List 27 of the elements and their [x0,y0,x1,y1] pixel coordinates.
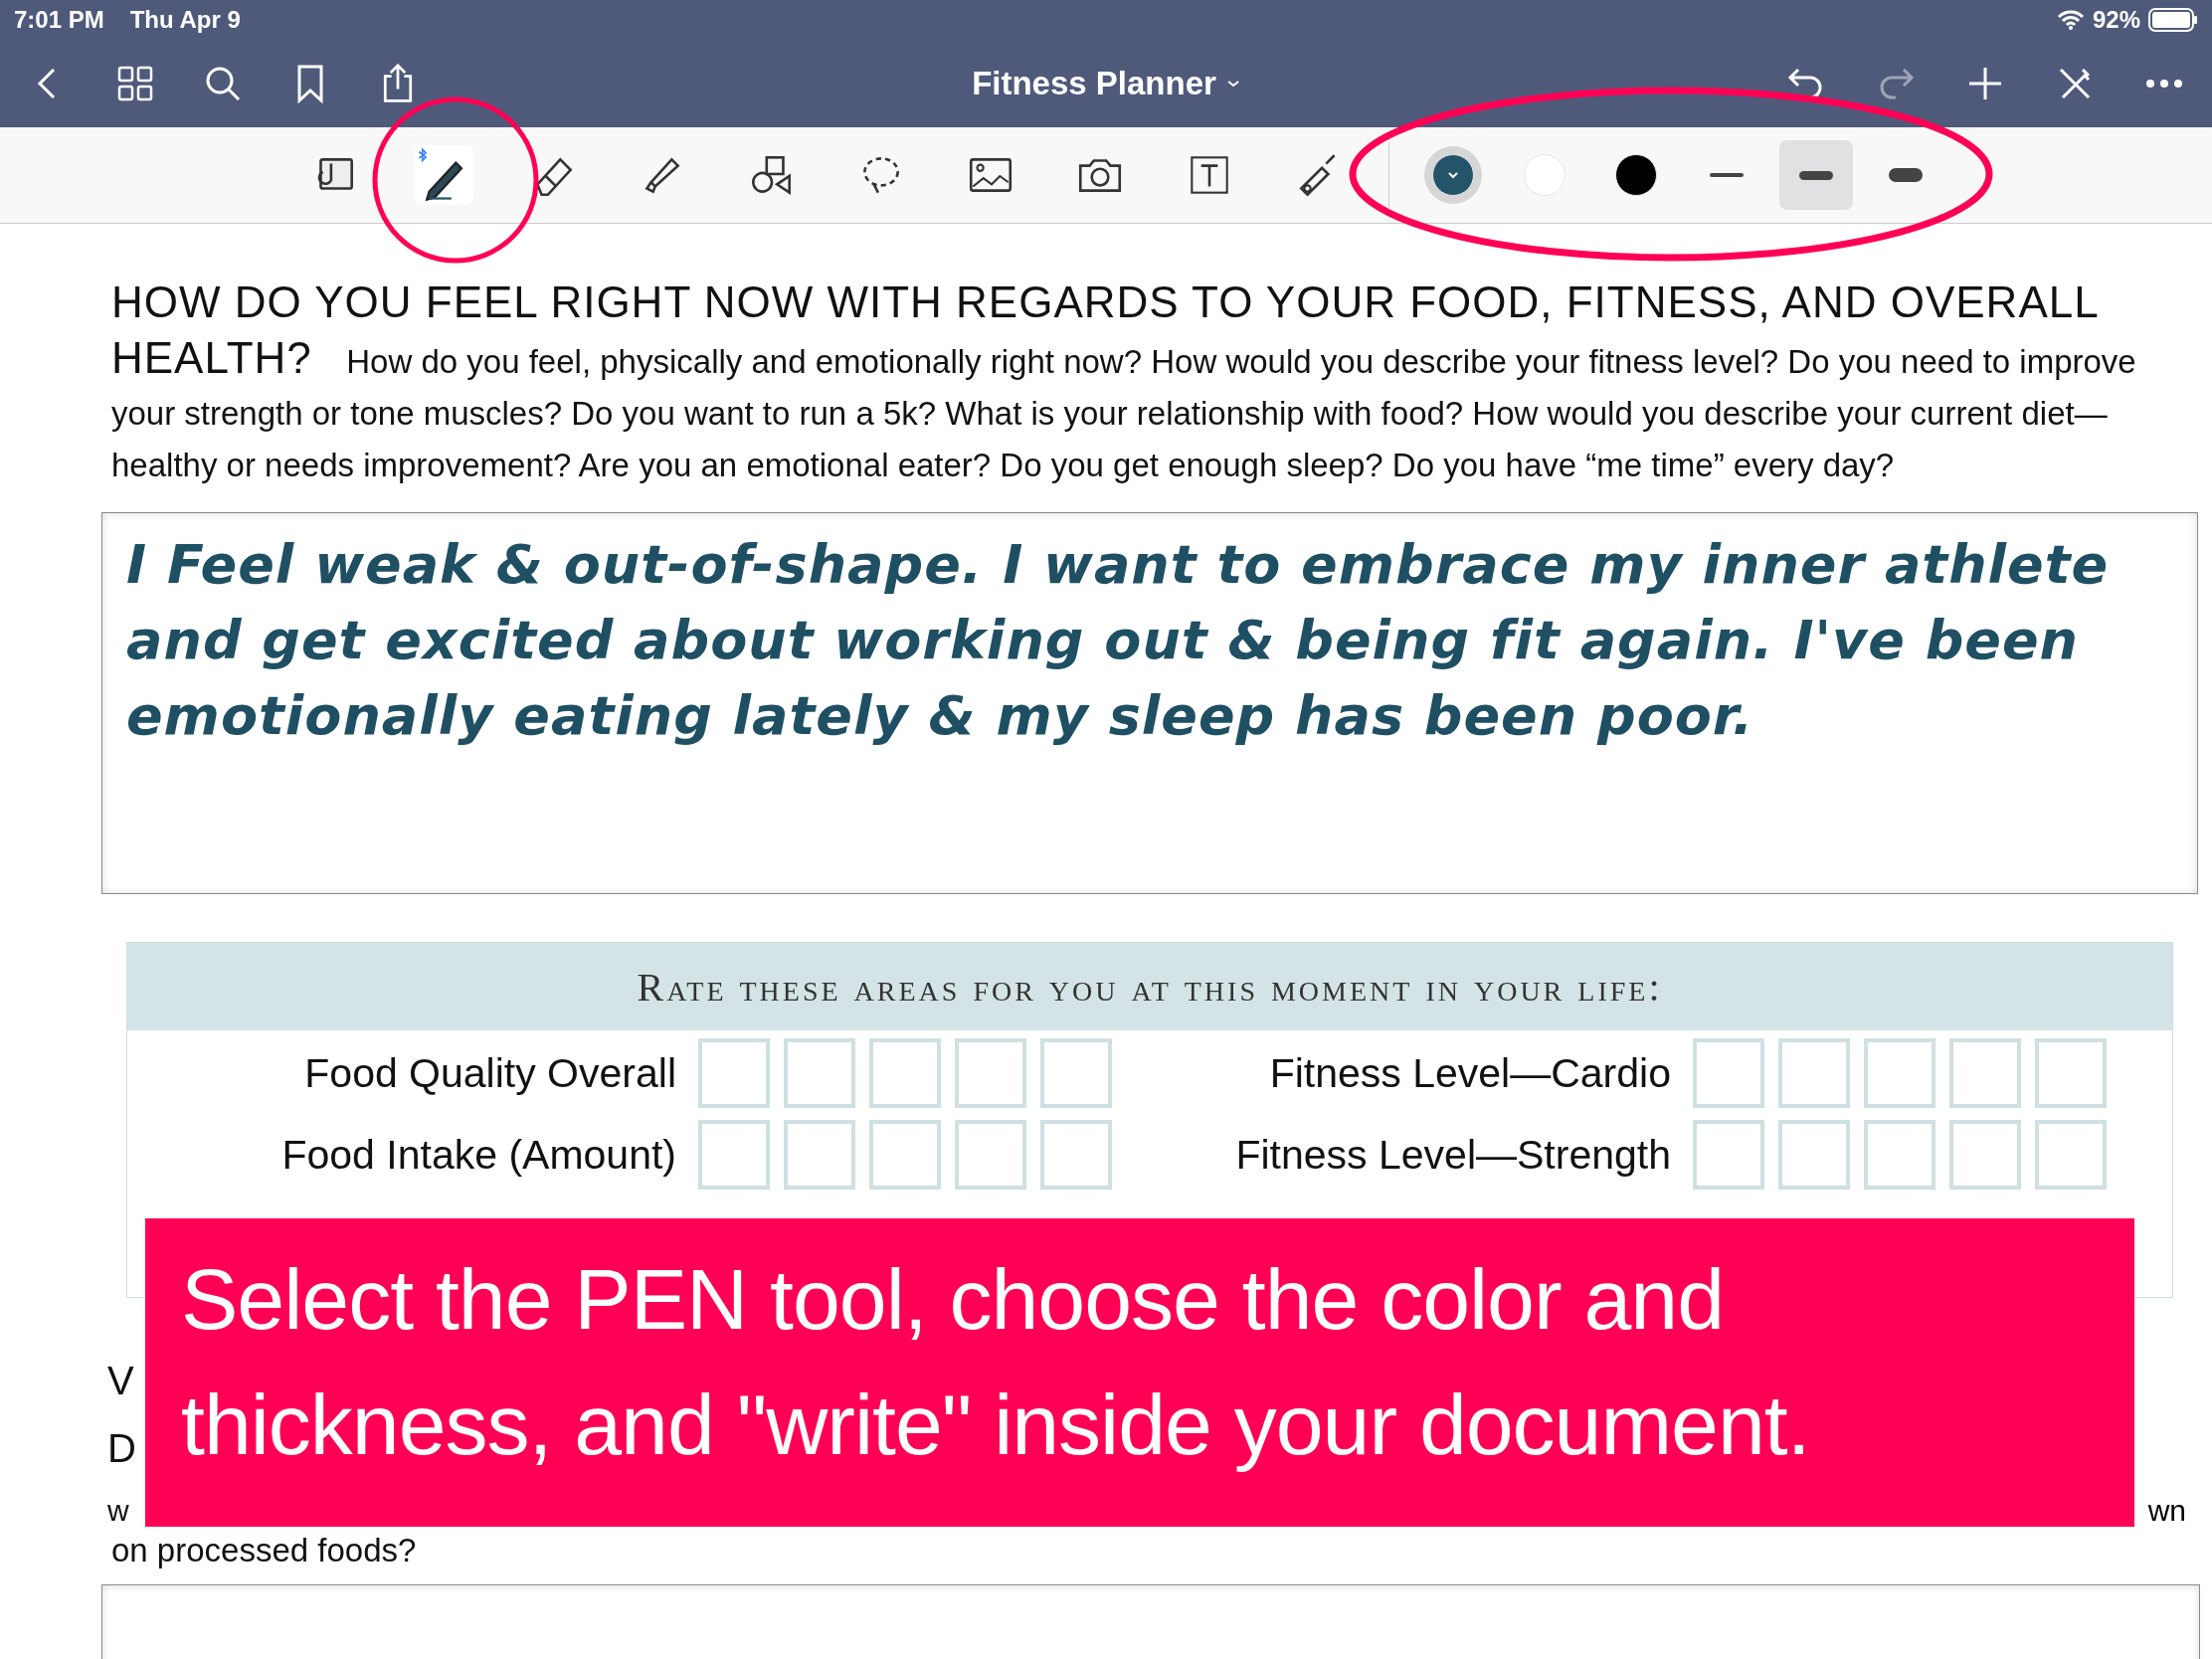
status-time: 7:01 PM [14,6,104,34]
pen-tool[interactable] [414,145,473,205]
text-fragment: w [107,1493,129,1529]
battery-level: 92% [2092,6,2140,34]
color-swatch[interactable] [1524,154,1566,196]
wifi-icon [2056,10,2085,30]
chevron-icon [1225,79,1240,89]
rating-label: Food Quality Overall [304,1049,676,1097]
document-title[interactable]: Fitness Planner [966,64,1246,103]
text-fragment: wn [2147,1493,2186,1529]
answer-box[interactable]: I Feel weak & out-of-shape. I want to embrace my inner athlete and get excited about working out & being fit again. I've been emotionally eating lately & my sleep has been poor. [101,512,2198,894]
rating-label: Food Intake (Amount) [281,1131,676,1179]
instruction-text: Select the PEN tool, choose the color and thickness, and "write" inside your document. [181,1251,1810,1472]
rating-title: Rate these areas for you at this moment in your life: [637,963,1663,1011]
text-fragment: V [107,1358,134,1404]
grid-icon[interactable] [115,64,155,103]
chevron-icon [1446,170,1460,180]
handwritten-answer: I Feel weak & out-of-shape. I want to embrace my inner athlete and get excited about working out & being fit again. I've been emotionally eating lately & my sleep has been poor. [126,533,2110,747]
text-fragment: D [107,1425,136,1472]
status-date: Thu Apr 9 [129,6,241,34]
battery-icon [2148,8,2198,32]
rating-label: Fitness Level—Cardio [1269,1049,1671,1097]
stroke-width-option[interactable] [1779,140,1853,210]
question-text: HOW DO YOU FEEL RIGHT NOW WITH REGARDS TO YOUR FOOD, FITNESS, AND OVERALL HEALTH? How do you feel, physically and emotionally right now? How would you describe your fitness level? Do you need to improve your strength or tone muscles? Do you want to run a 5k? What is your relationship with food? How would you describe your current diet—healthy or needs improvement? Are you an emotional eater? Do you get enough sleep? Do you have “me time” every day? [111,279,2137,485]
question-text: on processed foods? [111,1531,418,1570]
rating-label: Fitness Level—Strength [1235,1131,1671,1179]
color-swatch[interactable] [1615,154,1657,196]
